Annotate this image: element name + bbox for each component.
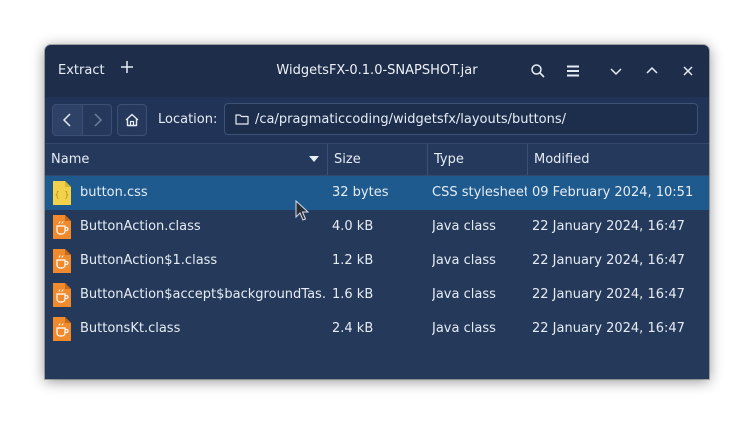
location-path: /ca/pragmaticcoding/widgetsfx/layouts/bu…: [255, 112, 567, 127]
file-type: Java class: [432, 253, 496, 268]
home-icon: [125, 113, 139, 127]
location-label: Location:: [158, 112, 218, 127]
svg-text:{ }: { }: [55, 190, 69, 199]
file-name: ButtonAction$accept$backgroundTas...: [80, 287, 325, 302]
title-bar: Extract WidgetsFX-0.1.0-SNAPSHOT.jar: [45, 45, 709, 97]
column-header-size[interactable]: Size: [328, 144, 428, 175]
file-size: 1.6 kB: [332, 287, 374, 302]
css-file-icon: { }: [53, 181, 71, 205]
extract-button[interactable]: Extract: [58, 63, 105, 78]
column-header-size-label: Size: [334, 152, 361, 167]
column-header-type-label: Type: [434, 152, 464, 167]
hamburger-menu-icon[interactable]: [564, 62, 582, 80]
column-header: Name Size Type Modified: [45, 143, 709, 176]
chevron-down-icon[interactable]: [607, 62, 625, 80]
plus-icon[interactable]: [119, 59, 135, 75]
file-row[interactable]: ButtonAction.class 4.0 kB Java class 22 …: [45, 210, 709, 244]
file-type: CSS stylesheet: [432, 185, 527, 200]
file-modified: 22 January 2024, 16:47: [532, 219, 685, 234]
file-size: 32 bytes: [332, 185, 389, 200]
file-type: Java class: [432, 287, 496, 302]
file-name: button.css: [80, 185, 148, 200]
file-modified: 22 January 2024, 16:47: [532, 287, 685, 302]
column-header-name-label: Name: [51, 152, 90, 167]
search-icon[interactable]: [529, 62, 547, 80]
column-header-type[interactable]: Type: [428, 144, 528, 175]
java-class-icon: [53, 317, 71, 341]
file-row[interactable]: ButtonAction$accept$backgroundTas... 1.6…: [45, 278, 709, 312]
forward-button[interactable]: [82, 105, 111, 135]
column-header-name[interactable]: Name: [45, 144, 328, 175]
java-class-icon: [53, 283, 71, 307]
file-row[interactable]: { } button.css 32 bytes CSS stylesheet 0…: [45, 176, 709, 210]
archive-manager-window: Extract WidgetsFX-0.1.0-SNAPSHOT.jar Loc…: [45, 45, 709, 379]
file-type: Java class: [432, 321, 496, 336]
file-row[interactable]: ButtonAction$1.class 1.2 kB Java class 2…: [45, 244, 709, 278]
java-class-icon: [53, 249, 71, 273]
chevron-left-icon: [62, 113, 71, 127]
file-size: 4.0 kB: [332, 219, 374, 234]
close-icon[interactable]: [679, 62, 697, 80]
java-class-icon: [53, 215, 71, 239]
home-button[interactable]: [117, 104, 147, 136]
location-toolbar: Location: /ca/pragmaticcoding/widgetsfx/…: [45, 97, 709, 143]
back-button[interactable]: [53, 105, 82, 135]
file-name: ButtonsKt.class: [80, 321, 181, 336]
chevron-right-icon: [94, 113, 103, 127]
file-modified: 22 January 2024, 16:47: [532, 321, 685, 336]
file-modified: 09 February 2024, 10:51: [532, 185, 694, 200]
sort-descending-icon: [309, 156, 319, 162]
location-field[interactable]: /ca/pragmaticcoding/widgetsfx/layouts/bu…: [224, 103, 698, 135]
folder-icon: [235, 114, 249, 125]
file-name: ButtonAction$1.class: [80, 253, 218, 268]
file-size: 1.2 kB: [332, 253, 374, 268]
file-type: Java class: [432, 219, 496, 234]
file-size: 2.4 kB: [332, 321, 374, 336]
file-name: ButtonAction.class: [80, 219, 201, 234]
file-row[interactable]: ButtonsKt.class 2.4 kB Java class 22 Jan…: [45, 312, 709, 346]
chevron-up-icon[interactable]: [643, 62, 661, 80]
column-header-modified[interactable]: Modified: [528, 144, 709, 175]
column-header-modified-label: Modified: [534, 152, 590, 167]
file-modified: 22 January 2024, 16:47: [532, 253, 685, 268]
navigation-group: [52, 104, 112, 136]
